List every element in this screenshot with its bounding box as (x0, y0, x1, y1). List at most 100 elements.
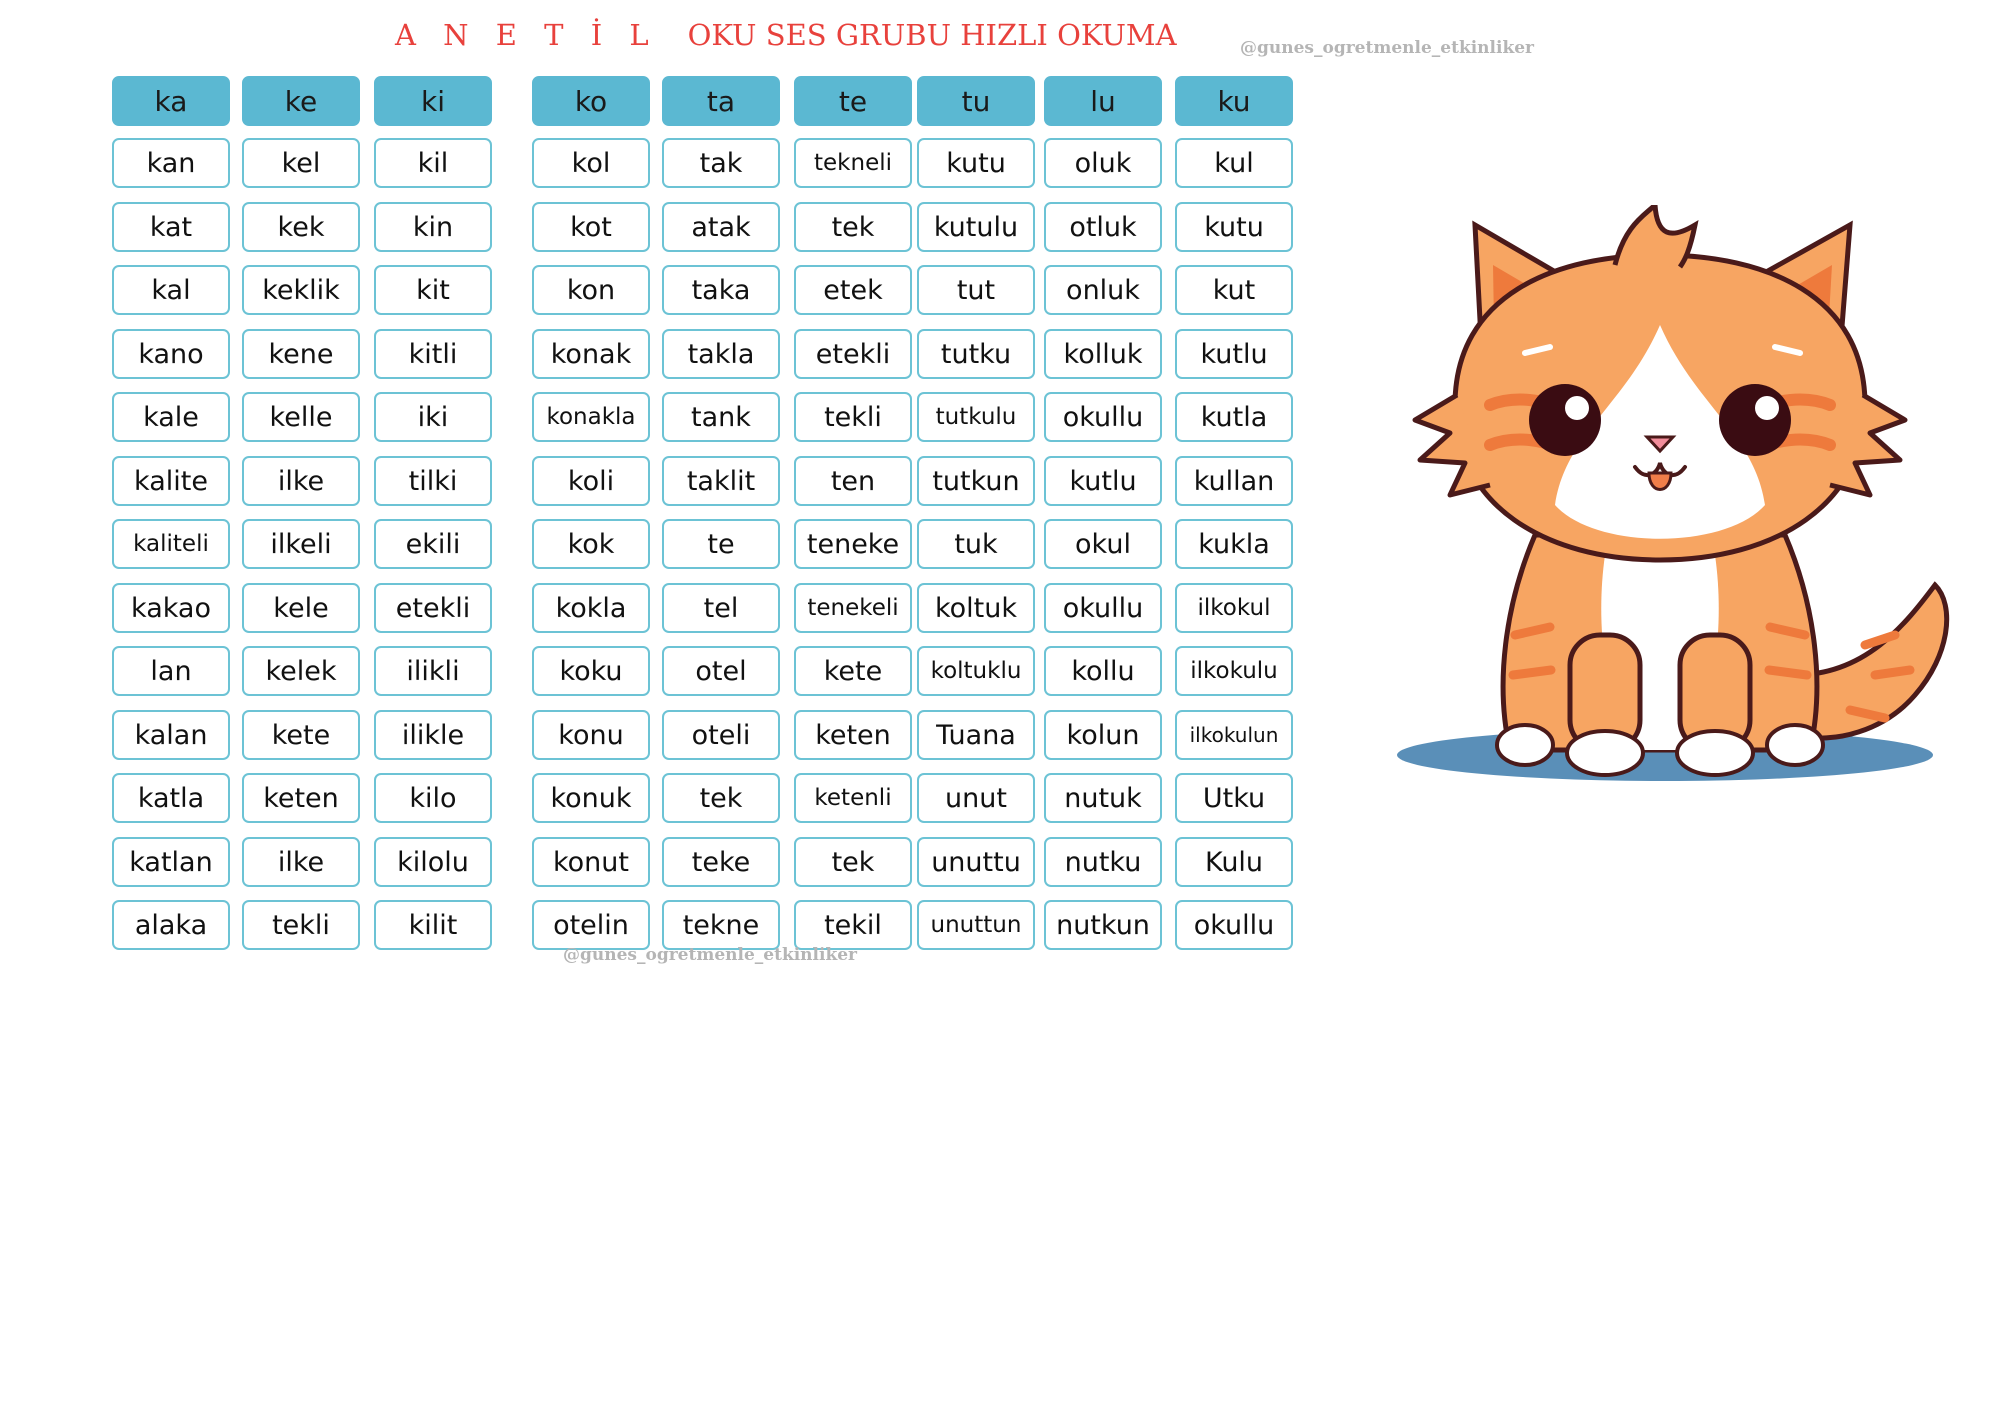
column-header: lu (1044, 76, 1162, 126)
word-card: ten (794, 456, 912, 506)
word-card: kit (374, 265, 492, 315)
word-card: tekli (794, 392, 912, 442)
word-card: atak (662, 202, 780, 252)
word-card: taklit (662, 456, 780, 506)
word-card: kilolu (374, 837, 492, 887)
word-card: kano (112, 329, 230, 379)
word-card: kan (112, 138, 230, 188)
word-card: tenekeli (794, 583, 912, 633)
word-card: tilki (374, 456, 492, 506)
word-card: ilkokulu (1175, 646, 1293, 696)
word-card: onluk (1044, 265, 1162, 315)
word-card: konuk (532, 773, 650, 823)
word-card: te (662, 519, 780, 569)
word-card: kelek (242, 646, 360, 696)
cat-illustration (1397, 205, 1950, 781)
word-card: tekli (242, 900, 360, 950)
word-card: tekne (662, 900, 780, 950)
word-card: konakla (532, 392, 650, 442)
word-card: nutuk (1044, 773, 1162, 823)
word-card: kon (532, 265, 650, 315)
word-card: tel (662, 583, 780, 633)
column-header: ta (662, 76, 780, 126)
column-header: ke (242, 76, 360, 126)
word-card: tutkun (917, 456, 1035, 506)
word-card: kitli (374, 329, 492, 379)
word-card: kul (1175, 138, 1293, 188)
word-card: kutla (1175, 392, 1293, 442)
word-card: konak (532, 329, 650, 379)
word-card: tut (917, 265, 1035, 315)
word-card: kot (532, 202, 650, 252)
word-card: ilkeli (242, 519, 360, 569)
word-card: kale (112, 392, 230, 442)
word-card: kaliteli (112, 519, 230, 569)
word-card: konut (532, 837, 650, 887)
word-card: lan (112, 646, 230, 696)
word-card: ilke (242, 837, 360, 887)
word-card: tek (794, 837, 912, 887)
watermark-bottom: @gunes_ogretmenle_etkinliker (563, 945, 858, 965)
word-card: tak (662, 138, 780, 188)
cat-eye-right (1719, 384, 1791, 456)
word-card: kutu (917, 138, 1035, 188)
word-card: kolluk (1044, 329, 1162, 379)
word-card: alaka (112, 900, 230, 950)
word-card: unuttu (917, 837, 1035, 887)
word-card: ekili (374, 519, 492, 569)
word-card: etekli (794, 329, 912, 379)
word-card: takla (662, 329, 780, 379)
word-card: koltuklu (917, 646, 1035, 696)
word-card: kele (242, 583, 360, 633)
word-card: kol (532, 138, 650, 188)
word-card: kutu (1175, 202, 1293, 252)
word-card: tank (662, 392, 780, 442)
word-card: nutkun (1044, 900, 1162, 950)
word-card: kete (242, 710, 360, 760)
word-card: otel (662, 646, 780, 696)
word-card: tek (794, 202, 912, 252)
word-card: kat (112, 202, 230, 252)
word-card: keten (242, 773, 360, 823)
word-card: koltuk (917, 583, 1035, 633)
word-card: kalan (112, 710, 230, 760)
word-card: okul (1044, 519, 1162, 569)
word-card: okullu (1175, 900, 1293, 950)
word-card: ilikli (374, 646, 492, 696)
word-card: unut (917, 773, 1035, 823)
word-card: kilit (374, 900, 492, 950)
word-card: konu (532, 710, 650, 760)
word-card: nutku (1044, 837, 1162, 887)
word-card: kilo (374, 773, 492, 823)
word-card: kutulu (917, 202, 1035, 252)
word-card: ilkokulun (1175, 710, 1293, 760)
syllable-word-grid: ka kan kat kal kano kale kalite kaliteli kakao la… (0, 0, 1320, 960)
word-card: otluk (1044, 202, 1162, 252)
cat-paw (1495, 723, 1555, 767)
column-header: ku (1175, 76, 1293, 126)
word-card: kene (242, 329, 360, 379)
word-card: kakao (112, 583, 230, 633)
word-card: koli (532, 456, 650, 506)
word-card: oluk (1044, 138, 1162, 188)
word-card: ilke (242, 456, 360, 506)
word-card: iki (374, 392, 492, 442)
word-card: okullu (1044, 392, 1162, 442)
word-card: teneke (794, 519, 912, 569)
column-header: ko (532, 76, 650, 126)
word-card: tutku (917, 329, 1035, 379)
word-card: tekneli (794, 138, 912, 188)
word-card: Kulu (1175, 837, 1293, 887)
word-card: taka (662, 265, 780, 315)
word-card: kullan (1175, 456, 1293, 506)
word-card: kollu (1044, 646, 1162, 696)
word-card: okullu (1044, 583, 1162, 633)
word-card: tek (662, 773, 780, 823)
word-card: Tuana (917, 710, 1035, 760)
cat-paw (1565, 729, 1645, 777)
column-header: ka (112, 76, 230, 126)
word-card: keten (794, 710, 912, 760)
word-card: kutlu (1175, 329, 1293, 379)
word-card: kukla (1175, 519, 1293, 569)
word-card: kok (532, 519, 650, 569)
